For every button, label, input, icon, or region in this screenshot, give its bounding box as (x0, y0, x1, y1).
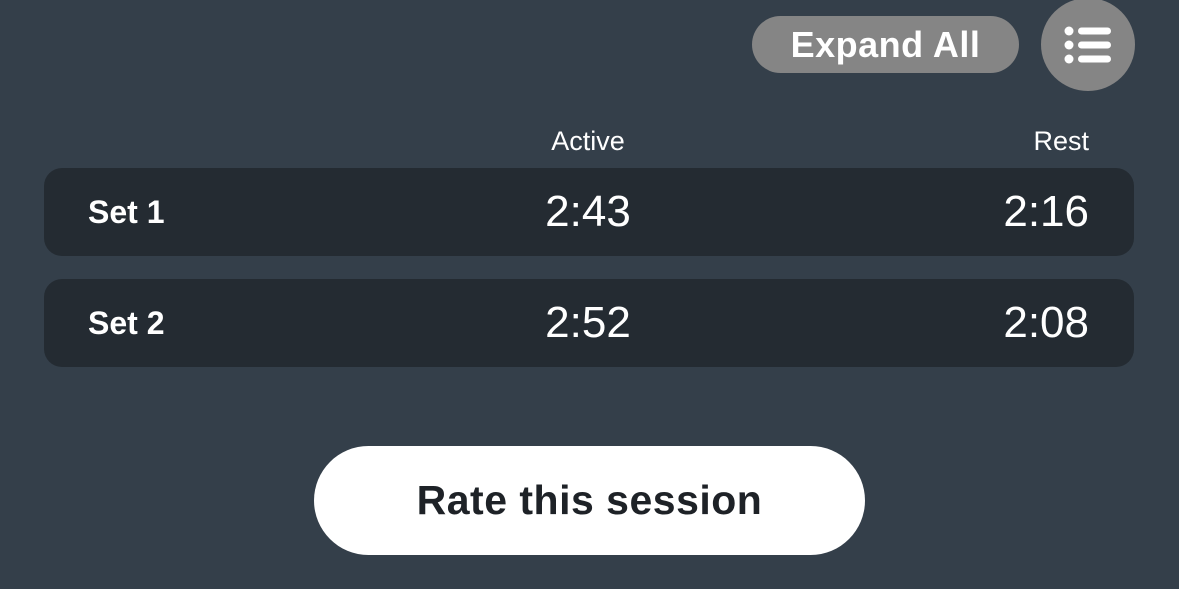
rest-time: 2:16 (1003, 187, 1089, 236)
column-header-rest: Rest (1033, 126, 1089, 156)
active-time: 2:52 (545, 298, 631, 347)
expand-all-button[interactable]: Expand All (752, 16, 1019, 73)
set-row[interactable]: Set 2 2:52 2:08 (44, 279, 1134, 367)
list-menu-button[interactable] (1041, 0, 1135, 91)
list-icon (1064, 25, 1112, 65)
rest-time: 2:08 (1003, 298, 1089, 347)
active-time: 2:43 (545, 187, 631, 236)
rate-session-button[interactable]: Rate this session (314, 446, 865, 555)
set-label: Set 1 (88, 194, 165, 230)
set-row[interactable]: Set 1 2:43 2:16 (44, 168, 1134, 256)
set-label: Set 2 (88, 305, 165, 341)
column-header-active: Active (551, 126, 625, 156)
